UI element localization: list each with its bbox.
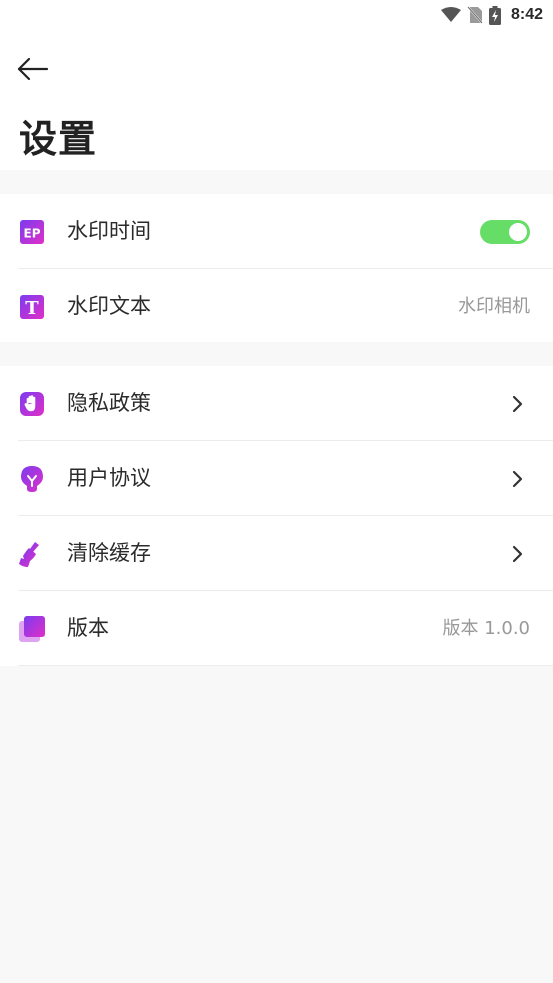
page-title: 设置 bbox=[19, 117, 98, 161]
watermark-time-toggle[interactable] bbox=[480, 220, 530, 244]
status-icons: 8:42 bbox=[440, 4, 543, 26]
lightbulb-icon bbox=[21, 466, 43, 492]
setting-row-watermark-text[interactable]: T 水印文本 水印相机 bbox=[18, 269, 553, 344]
chevron-right-icon bbox=[512, 395, 523, 413]
status-time: 8:42 bbox=[510, 6, 543, 23]
setting-label: 水印文本 bbox=[67, 294, 151, 318]
toggle-knob bbox=[509, 223, 527, 241]
status-bar: 8:42 bbox=[0, 0, 553, 32]
setting-row-privacy-policy[interactable]: 隐私政策 bbox=[18, 366, 553, 441]
version-value: 版本 1.0.0 bbox=[442, 618, 530, 639]
text-t-icon: T bbox=[20, 295, 44, 319]
svg-text:EP: EP bbox=[24, 227, 41, 241]
header: 设置 bbox=[0, 32, 553, 170]
chevron-right-icon bbox=[512, 470, 523, 488]
back-arrow-icon[interactable] bbox=[16, 54, 50, 84]
svg-text:T: T bbox=[25, 298, 39, 319]
setting-label: 版本 bbox=[67, 616, 109, 640]
settings-group-watermark: EP 水印时间 T 水印文本 水印相机 bbox=[0, 194, 553, 342]
chevron-right-icon bbox=[512, 545, 523, 563]
wifi-icon bbox=[440, 7, 461, 22]
settings-screen: 8:42 设置 EP 水印时间 T 水印文本 水印相机 隐私政策 用户协议 清除… bbox=[0, 0, 553, 983]
hand-shield-icon bbox=[20, 392, 44, 416]
setting-label: 隐私政策 bbox=[67, 391, 151, 415]
layers-icon bbox=[19, 616, 45, 642]
setting-label: 水印时间 bbox=[67, 219, 151, 243]
setting-value: 水印相机 bbox=[458, 296, 530, 317]
setting-label: 清除缓存 bbox=[67, 541, 151, 565]
settings-group-general: 隐私政策 用户协议 清除缓存 版本 版本 1.0.0 bbox=[0, 366, 553, 666]
setting-row-user-agreement[interactable]: 用户协议 bbox=[18, 441, 553, 516]
setting-row-version: 版本 版本 1.0.0 bbox=[18, 591, 553, 666]
setting-label: 用户协议 bbox=[67, 466, 151, 490]
battery-charging-icon bbox=[488, 5, 501, 25]
setting-row-watermark-time[interactable]: EP 水印时间 bbox=[18, 194, 553, 269]
setting-row-clear-cache[interactable]: 清除缓存 bbox=[18, 516, 553, 591]
broom-icon bbox=[19, 542, 39, 567]
watermark-time-icon: EP bbox=[20, 220, 44, 244]
no-sim-icon bbox=[467, 6, 483, 24]
